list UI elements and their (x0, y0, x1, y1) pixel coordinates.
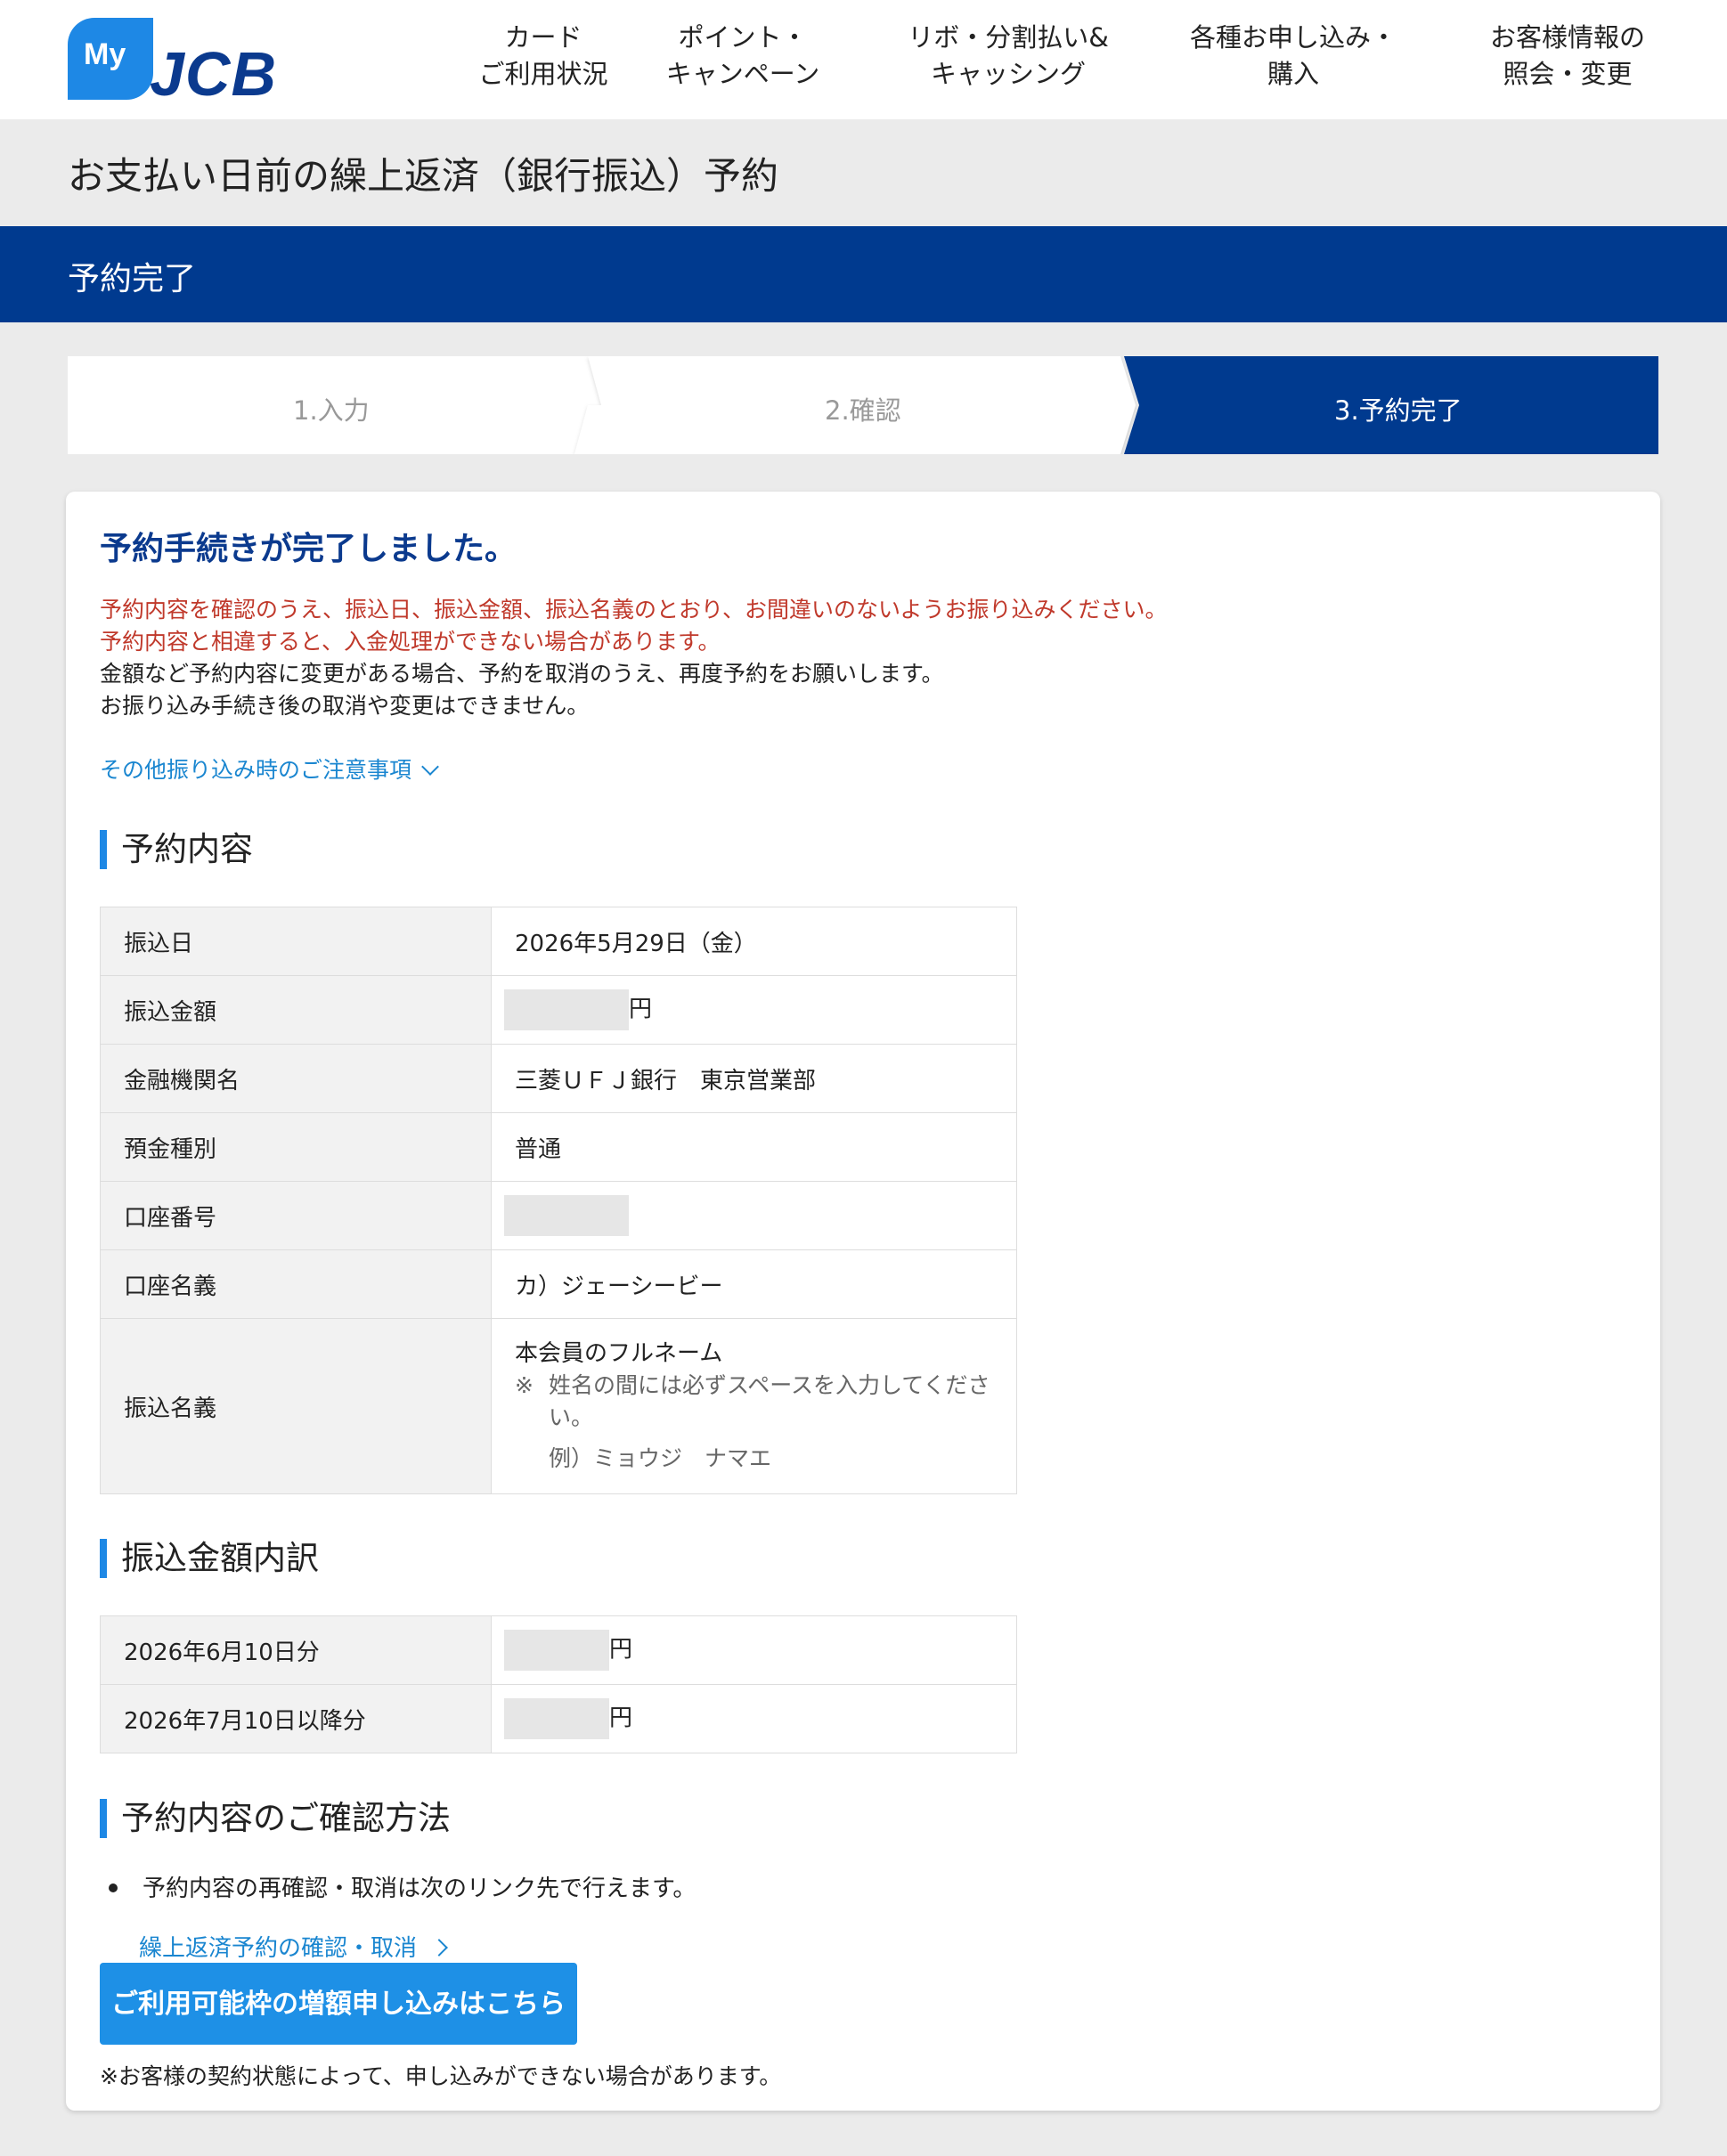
breakdown-unit-1: 円 (609, 1636, 633, 1664)
account-name-label: 口座名義 (100, 1249, 492, 1319)
nav-customer-info[interactable]: お客様情報の 照会・変更 (1452, 20, 1683, 93)
page-title-band: お支払い日前の繰上返済（銀行振込）予約 (0, 119, 1727, 226)
redacted-amount (504, 1630, 609, 1671)
breakdown-cell-1: 円 (491, 1615, 1017, 1685)
warning-text-2: 予約内容と相違すると、入金処理ができない場合があります。 (100, 629, 721, 655)
breakdown-label-1: 2026年6月10日分 (100, 1615, 492, 1685)
section-confirm-heading: 予約内容のご確認方法 (100, 1799, 451, 1838)
reservation-check-cancel-link[interactable]: 繰上返済予約の確認・取消 (139, 1930, 448, 1963)
global-nav: カード ご利用状況 ポイント・ キャンペーン リボ・分割払い& キャッシング 各… (419, 20, 1701, 100)
amount-unit: 円 (629, 996, 653, 1023)
bank-value: 三菱ＵＦＪ銀行 東京営業部 (491, 1044, 1017, 1113)
nav-applications[interactable]: 各種お申し込み・ 購入 (1177, 20, 1409, 93)
logo-prefix: My (84, 37, 126, 71)
chevron-right-icon (430, 1939, 448, 1957)
notice-block: 予約内容を確認のうえ、振込日、振込金額、振込名義のとおり、お間違いのないようお振… (100, 594, 1168, 722)
transfer-date-label: 振込日 (100, 907, 492, 976)
note-text: 姓名の間には必ずスペースを入力してください。 (549, 1372, 990, 1430)
bullet-text: 予約内容の再確認・取消は次のリンク先で行えます。 (143, 1875, 697, 1902)
step-input: 1.入力 (293, 395, 370, 426)
credit-limit-increase-button[interactable]: ご利用可能枠の増額申し込みはこちら (100, 1963, 577, 2045)
confirm-bullet: 予約内容の再確認・取消は次のリンク先で行えます。 (109, 1870, 696, 1903)
table-row: 2026年6月10日分 円 (100, 1615, 1017, 1685)
notice-text-2: お振り込み手続き後の取消や変更はできません。 (100, 693, 590, 719)
table-row: 金融機関名 三菱ＵＦＪ銀行 東京営業部 (100, 1044, 1017, 1113)
note-mark: ※ (515, 1372, 534, 1398)
warning-text-1: 予約内容を確認のうえ、振込日、振込金額、振込名義のとおり、お間違いのないようお振… (100, 597, 1168, 622)
cta-note: ※お客様の契約状態によって、申し込みができない場合があります。 (100, 2063, 782, 2089)
other-notes-accordion[interactable]: その他振り込み時のご注意事項 (100, 753, 439, 785)
completion-card: 予約手続きが完了しました。 予約内容を確認のうえ、振込日、振込金額、振込名義のと… (66, 492, 1660, 2111)
step-confirm: 2.確認 (825, 395, 901, 426)
bank-label: 金融機関名 (100, 1044, 492, 1113)
account-number-cell (491, 1181, 1017, 1250)
transfer-name-note: ※ 姓名の間には必ずスペースを入力してください。 (515, 1370, 993, 1434)
progress-steps: 1.入力 2.確認 3.予約完了 (68, 356, 1658, 454)
reservation-table: 振込日 2026年5月29日（金） 振込金額 円 金融機関名 三菱ＵＦＪ銀行 東… (100, 907, 1017, 1494)
table-row: 振込名義 本会員のフルネーム ※ 姓名の間には必ずスペースを入力してください。 … (100, 1318, 1017, 1494)
table-row: 振込金額 円 (100, 975, 1017, 1045)
breakdown-cell-2: 円 (491, 1684, 1017, 1753)
breakdown-label-2: 2026年7月10日以降分 (100, 1684, 492, 1753)
link-label: 繰上返済予約の確認・取消 (139, 1935, 418, 1962)
table-row: 預金種別 普通 (100, 1112, 1017, 1182)
page-title: お支払い日前の繰上返済（銀行振込）予約 (68, 154, 779, 198)
nav-card-usage[interactable]: カード ご利用状況 (454, 20, 632, 93)
table-row: 口座名義 カ）ジェーシービー (100, 1249, 1017, 1319)
section-reservation-heading: 予約内容 (100, 830, 253, 869)
transfer-name-value: 本会員のフルネーム (515, 1340, 723, 1367)
chevron-down-icon (421, 758, 439, 776)
page-subtitle: 予約完了 (68, 261, 197, 297)
account-name-value: カ）ジェーシービー (491, 1249, 1017, 1319)
amount-cell: 円 (491, 975, 1017, 1045)
logo-wordmark: JCB (150, 39, 278, 109)
table-row: 2026年7月10日以降分 円 (100, 1684, 1017, 1753)
myjcb-logo[interactable]: My JCB (68, 18, 331, 109)
step-complete: 3.予約完了 (1334, 395, 1462, 426)
transfer-name-example: 例）ミョウジ ナマエ (549, 1445, 772, 1471)
bullet-dot-icon (109, 1883, 118, 1892)
section-breakdown-heading: 振込金額内訳 (100, 1539, 319, 1578)
logo-badge: My (68, 18, 153, 100)
nav-revolving-cashing[interactable]: リボ・分割払い& キャッシング (884, 20, 1133, 93)
amount-label: 振込金額 (100, 975, 492, 1045)
table-row: 口座番号 (100, 1181, 1017, 1250)
accordion-label: その他振り込み時のご注意事項 (100, 757, 412, 783)
account-number-label: 口座番号 (100, 1181, 492, 1250)
transfer-name-cell: 本会員のフルネーム ※ 姓名の間には必ずスペースを入力してください。 例）ミョウ… (491, 1318, 1017, 1494)
transfer-name-label: 振込名義 (100, 1318, 492, 1494)
notice-text-1: 金額など予約内容に変更がある場合、予約を取消のうえ、再度予約をお願いします。 (100, 661, 944, 687)
redacted-amount (504, 989, 629, 1030)
breakdown-table: 2026年6月10日分 円 2026年7月10日以降分 円 (100, 1615, 1017, 1753)
nav-points-campaign[interactable]: ポイント・ キャンペーン (645, 20, 841, 93)
table-row: 振込日 2026年5月29日（金） (100, 907, 1017, 976)
redacted-account-number (504, 1195, 629, 1236)
deposit-type-value: 普通 (491, 1112, 1017, 1182)
transfer-date-value: 2026年5月29日（金） (491, 907, 1017, 976)
breakdown-unit-2: 円 (609, 1704, 633, 1732)
deposit-type-label: 預金種別 (100, 1112, 492, 1182)
top-header: My JCB カード ご利用状況 ポイント・ キャンペーン リボ・分割払い& キ… (0, 0, 1727, 119)
completion-title: 予約手続きが完了しました。 (100, 531, 517, 567)
redacted-amount (504, 1698, 609, 1739)
status-band: 予約完了 (0, 226, 1727, 322)
